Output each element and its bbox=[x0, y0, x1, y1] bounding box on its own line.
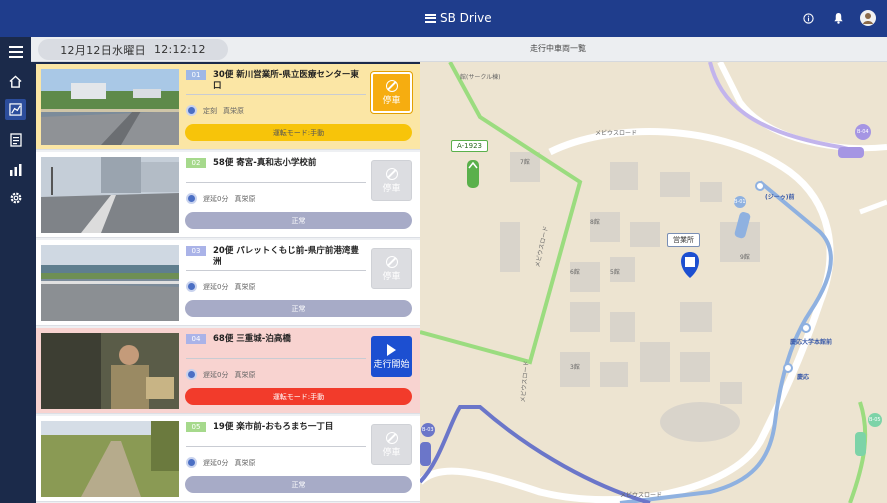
marker-b01[interactable]: B-01 bbox=[734, 199, 746, 205]
top-bar: SB Drive bbox=[0, 0, 887, 37]
driver-name: 真栄原 bbox=[234, 458, 256, 467]
user-icon[interactable] bbox=[859, 9, 877, 27]
vehicle-card[interactable]: 02 58便 寄宮-真和志小学校前 遅延0分 真栄原 正常 停車 bbox=[36, 152, 420, 238]
vehicle-number: 02 bbox=[186, 158, 206, 168]
stop-button[interactable]: 停車 bbox=[371, 248, 412, 289]
road-label: メビウスロード bbox=[595, 130, 638, 137]
building-label: 5館 bbox=[610, 269, 620, 276]
delay-text: 遅延0分 bbox=[203, 194, 229, 203]
date-text: 12月12日水曜日 bbox=[60, 43, 146, 57]
driver-name: 真栄原 bbox=[223, 106, 244, 115]
vehicle-number: 01 bbox=[186, 70, 206, 80]
vehicle-card[interactable]: 05 19便 楽市前-おもろまち一丁目 遅延0分 真栄原 正常 停車 bbox=[36, 416, 420, 502]
bus-status-icon bbox=[186, 105, 197, 116]
bell-icon[interactable] bbox=[829, 9, 847, 27]
building-label: 6館 bbox=[570, 269, 580, 276]
bus-status-icon bbox=[186, 457, 197, 468]
home-icon[interactable] bbox=[5, 71, 26, 92]
camera-thumbnail[interactable] bbox=[41, 245, 179, 321]
delay-text: 定刻 bbox=[203, 106, 217, 115]
marker-b04[interactable]: B-04 bbox=[857, 129, 869, 135]
stop-icon bbox=[385, 431, 398, 444]
vehicle-card[interactable]: 01 30便 新川営業所-県立医療センター東口 定刻 真栄原 運転モード:手動 … bbox=[36, 64, 420, 150]
menu-icon[interactable] bbox=[5, 41, 26, 62]
chart-icon[interactable] bbox=[5, 159, 26, 180]
delay-text: 遅延0分 bbox=[203, 282, 229, 291]
vehicle-label[interactable]: A-1923 bbox=[451, 140, 488, 152]
driver-name: 真栄原 bbox=[234, 282, 256, 291]
status-bar: 正常 bbox=[185, 212, 412, 229]
brand-logo-icon bbox=[425, 13, 436, 23]
vehicle-number: 03 bbox=[186, 246, 206, 256]
driver-name: 真栄原 bbox=[234, 370, 256, 379]
stop-button[interactable]: 停車 bbox=[371, 72, 412, 113]
brand-name: SB Drive bbox=[440, 11, 492, 25]
route-name: 19便 楽市前-おもろまち一丁目 bbox=[213, 422, 334, 432]
route-name: 58便 寄宮-真和志小学校前 bbox=[213, 158, 317, 168]
marker-b05[interactable]: B-05 bbox=[869, 417, 881, 423]
stop-icon bbox=[385, 167, 398, 180]
vehicle-list: 01 30便 新川営業所-県立医療センター東口 定刻 真栄原 運転モード:手動 … bbox=[36, 64, 420, 503]
place-label: 慶応大学本館前 bbox=[790, 339, 833, 346]
start-driving-button[interactable]: 走行開始 bbox=[371, 336, 412, 377]
bus-status-icon bbox=[186, 369, 197, 380]
stop-icon bbox=[385, 79, 398, 92]
building-label: 3館 bbox=[570, 364, 580, 371]
datetime-display: 12月12日水曜日 12:12:12 bbox=[38, 39, 228, 60]
driver-name: 真栄原 bbox=[234, 194, 256, 203]
map-view[interactable]: A-1923 営業所 メビウスロード メビウスロード メビウスロード メビウスロ… bbox=[420, 62, 887, 503]
marker-b03[interactable]: B-03 bbox=[422, 427, 434, 433]
drive-mode-bar: 運転モード:手動 bbox=[185, 388, 412, 405]
delay-text: 遅延0分 bbox=[203, 370, 229, 379]
office-label[interactable]: 営業所 bbox=[667, 233, 700, 247]
map-icon[interactable] bbox=[5, 99, 26, 120]
stop-button[interactable]: 停車 bbox=[371, 424, 412, 465]
route-name: 68便 三重城-泊高橋 bbox=[213, 334, 291, 344]
camera-thumbnail[interactable] bbox=[41, 421, 179, 497]
road-label: メビウスロード bbox=[620, 492, 663, 499]
bus-status-icon bbox=[186, 193, 197, 204]
vehicle-number: 04 bbox=[186, 334, 206, 344]
map-canvas[interactable] bbox=[420, 62, 887, 503]
status-bar: 正常 bbox=[185, 300, 412, 317]
vehicle-card[interactable]: 03 20便 パレットくもじ前-県庁前港湾豊洲 遅延0分 真栄原 正常 停車 bbox=[36, 240, 420, 326]
route-name: 20便 パレットくもじ前-県庁前港湾豊洲 bbox=[213, 246, 359, 267]
bus-status-icon bbox=[186, 281, 197, 292]
vehicle-card[interactable]: 04 68便 三重城-泊高橋 遅延0分 真栄原 運転モード:手動 走行開始 bbox=[36, 328, 420, 414]
camera-thumbnail[interactable] bbox=[41, 69, 179, 145]
play-icon bbox=[387, 343, 396, 356]
route-name: 30便 新川営業所-県立医療センター東口 bbox=[213, 70, 359, 91]
place-label: 慶応 bbox=[797, 374, 810, 381]
building-label: 8館 bbox=[590, 219, 600, 226]
stop-icon bbox=[385, 255, 398, 268]
building-label: 9館 bbox=[740, 254, 750, 261]
building-label: 7館 bbox=[520, 159, 530, 166]
gear-icon[interactable] bbox=[5, 187, 26, 208]
place-label: 館(サークル棟) bbox=[460, 74, 501, 81]
time-text: 12:12:12 bbox=[153, 43, 206, 56]
camera-thumbnail[interactable] bbox=[41, 157, 179, 233]
camera-thumbnail[interactable] bbox=[41, 333, 179, 409]
info-icon[interactable] bbox=[799, 9, 817, 27]
brand: SB Drive bbox=[425, 11, 492, 25]
sub-header: 12月12日水曜日 12:12:12 走行中車両一覧 bbox=[31, 37, 887, 62]
drive-mode-bar: 運転モード:手動 bbox=[185, 124, 412, 141]
vehicle-number: 05 bbox=[186, 422, 206, 432]
delay-text: 遅延0分 bbox=[203, 458, 229, 467]
status-bar: 正常 bbox=[185, 476, 412, 493]
sidebar bbox=[0, 37, 31, 503]
list-icon[interactable] bbox=[5, 129, 26, 150]
stop-button[interactable]: 停車 bbox=[371, 160, 412, 201]
page-title: 走行中車両一覧 bbox=[530, 44, 586, 53]
place-label: (ジーゥ)前 bbox=[765, 194, 795, 201]
